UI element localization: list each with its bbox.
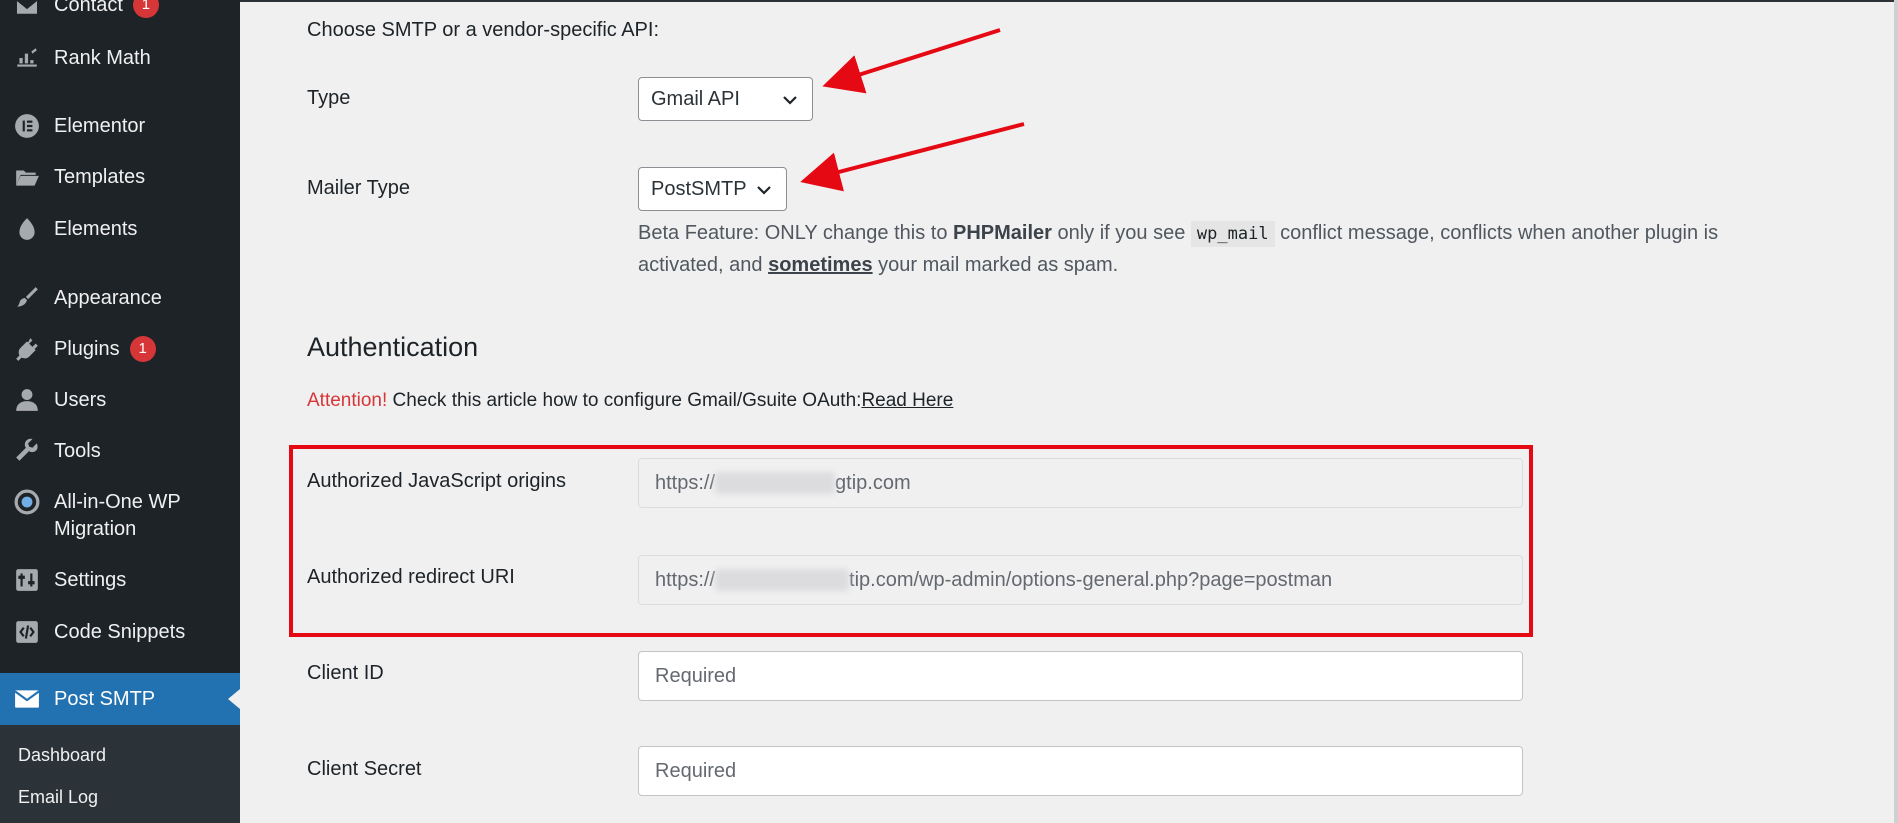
client-secret-placeholder: Required	[655, 759, 737, 782]
type-select-value: Gmail API	[651, 87, 740, 110]
sidebar-item-label: Elements	[54, 218, 138, 240]
sidebar-item-all-in-one-wp-migration[interactable]: All-in-One WP Migration	[0, 489, 240, 549]
sidebar-item-elements[interactable]: Elements	[0, 216, 240, 246]
beta-feature-description: Beta Feature: ONLY change this to PHPMai…	[638, 218, 1718, 281]
arrow-to-type	[822, 28, 1001, 94]
arrow-to-mailer-type	[800, 122, 1025, 192]
sidebar-item-contact[interactable]: Contact 1	[0, 0, 240, 26]
attention-notice: Attention! Check this article how to con…	[307, 390, 953, 412]
attention-label: Attention!	[307, 390, 388, 411]
plug-icon	[14, 336, 40, 362]
sidebar-item-label: Elementor	[54, 115, 146, 137]
elementor-icon	[14, 113, 40, 139]
beta-text-prefix: Beta Feature: ONLY change this to	[638, 222, 953, 244]
sidebar-item-label: Templates	[54, 166, 146, 188]
type-select[interactable]: Gmail API	[638, 77, 813, 121]
beta-line2-prefix: activated, and	[638, 254, 769, 276]
sidebar-item-label-line2: Migration	[54, 518, 137, 540]
sidebar-item-label: Users	[54, 389, 107, 411]
chart-icon	[14, 45, 40, 71]
client-secret-input[interactable]: Required	[638, 746, 1523, 796]
sidebar-item-label: Appearance	[54, 287, 162, 309]
page-scrollbar[interactable]	[1894, 0, 1898, 823]
client-id-placeholder: Required	[655, 664, 737, 687]
authentication-heading: Authentication	[307, 332, 479, 362]
sidebar-item-label: Post SMTP	[54, 688, 156, 710]
user-icon	[14, 387, 40, 413]
client-secret-label: Client Secret	[307, 758, 422, 780]
client-id-label: Client ID	[307, 662, 384, 684]
read-here-link[interactable]: Read Here	[861, 390, 953, 411]
chevron-down-icon	[783, 96, 797, 105]
sidebar-item-label: Settings	[54, 569, 127, 591]
highlight-box	[289, 445, 1533, 637]
client-id-input[interactable]: Required	[638, 651, 1523, 701]
top-divider	[240, 0, 1898, 2]
sidebar-item-elementor[interactable]: Elementor	[0, 113, 240, 143]
sidebar-item-label: Rank Math	[54, 47, 151, 69]
sidebar-item-label: Plugins	[54, 338, 120, 360]
sliders-icon	[14, 567, 40, 593]
sidebar-item-label: All-in-One WP	[54, 491, 181, 513]
sidebar-item-tools[interactable]: Tools	[0, 438, 240, 468]
sidebar-item-label: Tools	[54, 440, 101, 462]
beta-text-mid: only if you see	[1051, 222, 1191, 244]
folder-icon	[14, 164, 40, 190]
wp-mail-code: wp_mail	[1190, 221, 1275, 247]
sidebar-item-label: Code Snippets	[54, 621, 186, 643]
sidebar-item-post-smtp[interactable]: Post SMTP	[0, 673, 240, 725]
envelope-icon	[14, 686, 40, 712]
mail-icon	[14, 0, 40, 20]
mailer-type-select[interactable]: PostSMTP	[638, 167, 787, 211]
active-pointer	[228, 689, 240, 709]
phpmailer-text: PHPMailer	[953, 222, 1052, 244]
sometimes-text: sometimes	[768, 254, 873, 276]
sidebar-item-label: Contact	[54, 0, 123, 16]
sidebar-item-appearance[interactable]: Appearance	[0, 285, 240, 315]
mailer-type-label: Mailer Type	[307, 177, 411, 199]
sidebar-item-users[interactable]: Users	[0, 387, 240, 417]
sidebar-item-code-snippets[interactable]: Code Snippets	[0, 619, 240, 649]
migration-icon	[14, 489, 40, 515]
notification-badge: 1	[129, 336, 156, 362]
brush-icon	[14, 285, 40, 311]
wrench-icon	[14, 438, 40, 464]
code-icon	[14, 619, 40, 645]
beta-text-suffix: conflict message, conflicts when another…	[1274, 222, 1719, 244]
post-smtp-submenu: Dashboard Email Log	[0, 725, 240, 823]
admin-sidebar: Contact 1 Rank Math Elementor Templates E…	[0, 0, 240, 823]
beta-line2-suffix: your mail marked as spam.	[872, 254, 1119, 276]
mailer-type-select-value: PostSMTP	[651, 177, 747, 200]
sidebar-item-plugins[interactable]: Plugins 1	[0, 336, 240, 366]
mailer-intro-text: Choose SMTP or a vendor-specific API:	[307, 19, 660, 41]
leaf-icon	[14, 216, 40, 242]
attention-text: Check this article how to configure Gmai…	[387, 390, 862, 411]
sidebar-item-settings[interactable]: Settings	[0, 567, 240, 597]
submenu-item-email-log[interactable]: Email Log	[18, 787, 98, 808]
type-label: Type	[307, 87, 351, 109]
sidebar-item-templates[interactable]: Templates	[0, 164, 240, 194]
sidebar-item-rank-math[interactable]: Rank Math	[0, 45, 240, 75]
notification-badge: 1	[132, 0, 159, 18]
chevron-down-icon	[757, 186, 771, 195]
submenu-item-dashboard[interactable]: Dashboard	[18, 745, 106, 766]
